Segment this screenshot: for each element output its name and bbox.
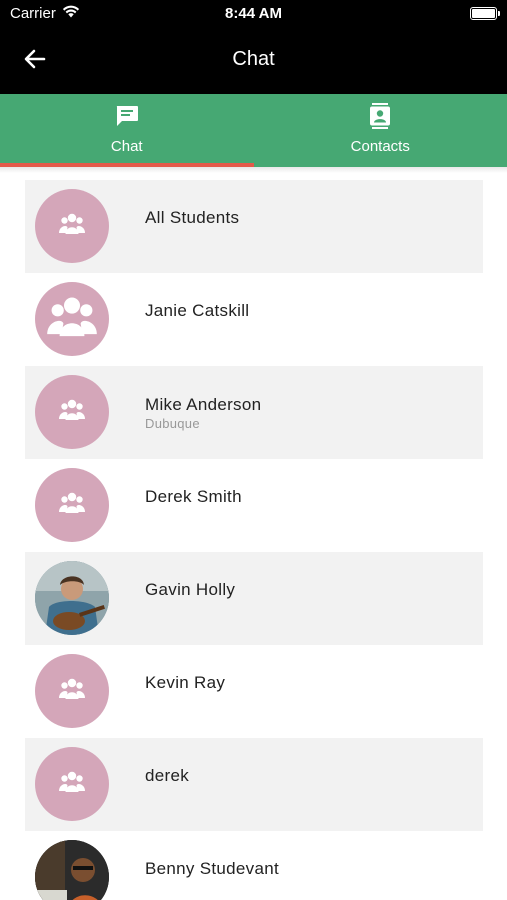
photo-guitar-player xyxy=(35,561,109,635)
conversation-row[interactable]: Benny Studevant xyxy=(25,831,483,900)
conversation-row[interactable]: Derek Smith xyxy=(25,459,483,552)
conversation-row[interactable]: derek xyxy=(25,738,483,831)
conversation-row[interactable]: Mike Anderson Dubuque xyxy=(25,366,483,459)
group-icon xyxy=(59,771,85,798)
chat-bubble-icon xyxy=(113,102,141,130)
arrow-left-icon xyxy=(24,49,46,74)
avatar xyxy=(35,747,109,821)
tab-chat-label: Chat xyxy=(110,138,143,155)
tab-contacts[interactable]: Contacts xyxy=(254,94,507,167)
battery-icon xyxy=(470,7,500,20)
avatar xyxy=(35,282,109,356)
contact-name: derek xyxy=(145,766,190,785)
contact-subtitle: Dubuque xyxy=(145,416,200,431)
group-icon xyxy=(59,399,85,426)
avatar xyxy=(35,189,109,263)
nav-bar: Chat xyxy=(0,28,507,94)
group-icon xyxy=(59,492,85,519)
conversation-list: All Students Janie Catskill Mike Anderso… xyxy=(25,180,483,900)
tab-bar-shadow xyxy=(0,167,507,173)
status-time: 8:44 AM xyxy=(225,5,282,22)
conversation-row[interactable]: Gavin Holly xyxy=(25,552,483,645)
contact-name: Mike Anderson xyxy=(145,395,262,414)
conversation-row[interactable]: Janie Catskill xyxy=(25,273,483,366)
avatar xyxy=(35,654,109,728)
contact-name: Kevin Ray xyxy=(145,673,226,692)
avatar-photo xyxy=(35,840,109,900)
contact-name: All Students xyxy=(145,208,240,227)
conversation-row[interactable]: Kevin Ray xyxy=(25,645,483,738)
back-button[interactable] xyxy=(20,46,50,76)
contact-name: Gavin Holly xyxy=(145,580,236,599)
contact-name: Derek Smith xyxy=(145,487,242,506)
contact-name: Benny Studevant xyxy=(145,859,279,878)
contact-name: Janie Catskill xyxy=(145,301,250,320)
tab-chat[interactable]: Chat xyxy=(0,94,254,167)
contact-card-icon xyxy=(366,102,394,130)
page-title: Chat xyxy=(232,48,275,70)
conversation-row[interactable]: All Students xyxy=(25,180,483,273)
tab-bar: Chat Contacts xyxy=(0,94,507,167)
group-icon xyxy=(47,296,97,343)
avatar xyxy=(35,468,109,542)
tab-contacts-label: Contacts xyxy=(350,138,410,155)
group-icon xyxy=(59,678,85,705)
status-bar: Carrier 8:44 AM xyxy=(0,0,507,28)
group-icon xyxy=(59,213,85,240)
avatar xyxy=(35,375,109,449)
avatar-photo xyxy=(35,561,109,635)
photo-pianist xyxy=(35,840,109,900)
